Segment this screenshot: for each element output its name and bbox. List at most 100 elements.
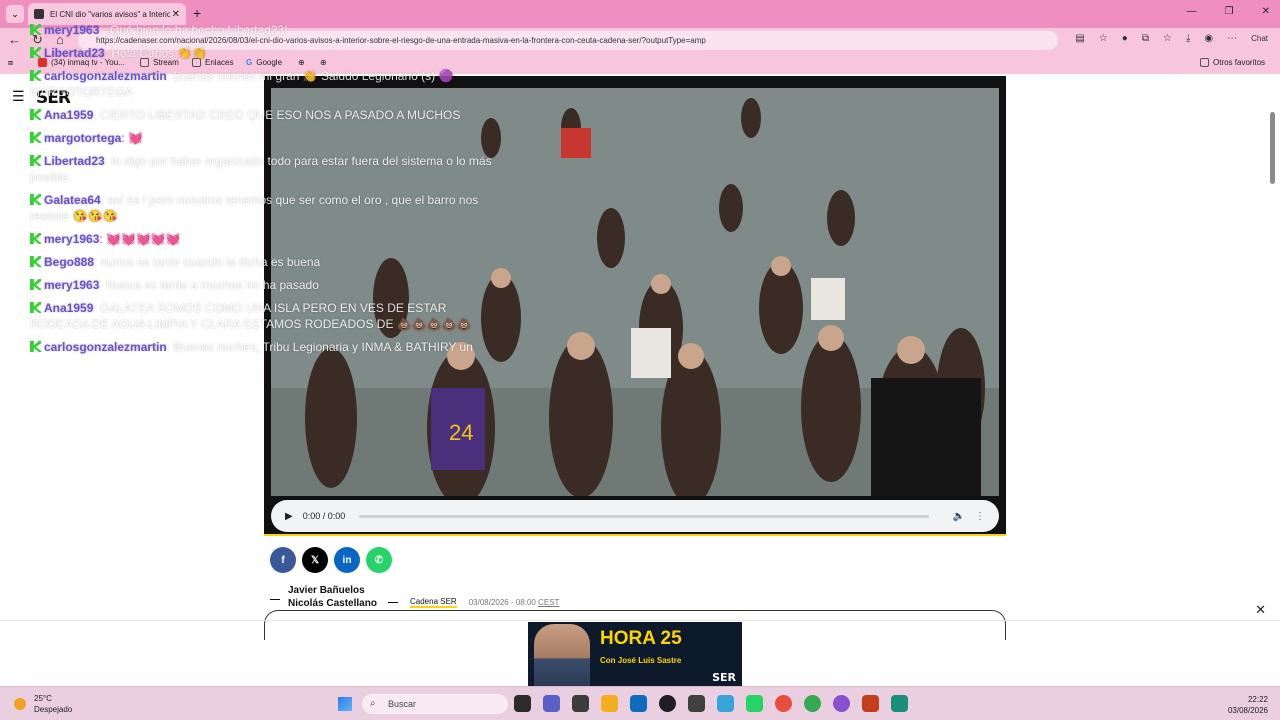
author-link[interactable]: Nicolás Castellano [288, 597, 377, 610]
facebook-share-button[interactable]: f [270, 547, 296, 573]
workspaces-icon[interactable]: ⧈ [8, 58, 13, 68]
more-options-icon[interactable]: ⋮ [975, 511, 985, 522]
app-icon[interactable] [688, 695, 705, 712]
kick-icon [30, 47, 41, 58]
system-clock[interactable]: 22:22 03/08/2026 [1228, 694, 1268, 716]
chrome-icon[interactable] [775, 695, 792, 712]
downloads-icon[interactable]: ⤓ [1186, 33, 1190, 44]
page-scrollbar[interactable] [1270, 112, 1275, 184]
kick-icon [30, 233, 41, 244]
menu-icon[interactable]: ⋯ [1227, 33, 1237, 44]
kick-icon [30, 302, 41, 313]
close-window-icon[interactable]: ✕ [1262, 6, 1270, 17]
kick-icon [30, 132, 41, 143]
facebook-icon: f [281, 554, 285, 566]
extensions-puzzle-icon[interactable]: ⧉ [1142, 33, 1149, 44]
windows-start-icon[interactable] [338, 697, 352, 711]
chat-message: Libertad23: lo digo por haber organizado… [30, 154, 492, 184]
powerpoint-icon[interactable] [862, 695, 879, 712]
author-link[interactable]: Javier Bañuelos [288, 584, 377, 597]
meta-dash [388, 602, 398, 603]
temperature: 25°C [34, 694, 52, 703]
hora25-ad-banner[interactable]: HORA 25 Con José Luis Sastre SER [528, 622, 742, 686]
kick-icon [30, 279, 41, 290]
article-meta: Cadena SER 03/08/2026 - 08:00 CEST [388, 597, 559, 608]
tab-actions-button[interactable]: ⌄ [6, 5, 24, 23]
kick-icon [30, 70, 41, 81]
new-tab-button[interactable]: + [193, 5, 201, 21]
toolbar-icons: ▤ ☆ ● ⧉ ☆ ⤓ ◉ ⋯ Chat [1075, 33, 1268, 44]
article-authors: Javier Bañuelos Nicolás Castellano [288, 584, 377, 610]
copilot-chat-button[interactable]: Chat [1251, 34, 1268, 43]
other-favorites[interactable]: Otros favoritos [1200, 58, 1265, 67]
folder-icon [1200, 58, 1209, 67]
article-source[interactable]: Cadena SER [410, 597, 457, 608]
pinned-apps [514, 695, 908, 712]
audio-player: ▶ 0:00 / 0:00 🔈 ⋮ [271, 500, 999, 532]
site-favicon-icon [34, 9, 44, 19]
progress-slider[interactable] [359, 514, 929, 518]
ad-brand: SER [712, 671, 736, 684]
maximize-icon[interactable]: ❐ [1225, 6, 1234, 17]
play-icon[interactable]: ▶ [285, 511, 293, 522]
chat-message: carlosgonzalezmartin: Buenas noches, Tri… [30, 339, 500, 355]
close-ad-icon[interactable]: ✕ [1255, 602, 1266, 618]
back-icon[interactable]: ← [8, 32, 21, 47]
hamburger-menu-icon[interactable]: ☰ [12, 88, 25, 105]
tab-title: El CNI dio "varios avisos" a Interior [50, 9, 170, 19]
app-icon[interactable] [833, 695, 850, 712]
obs-icon[interactable] [659, 695, 676, 712]
chat-message: Bego888: nunca es tarde cuando la dicha … [30, 254, 500, 270]
whatsapp-icon[interactable] [746, 695, 763, 712]
whatsapp-icon: ✆ [374, 554, 384, 566]
favorite-star-icon[interactable]: ☆ [1099, 33, 1108, 44]
favorites-icon[interactable]: ☆ [1163, 33, 1172, 44]
chat-message: Ana1959: GALATEA SOMOS COMO UNA ISLA PER… [30, 301, 472, 331]
chat-message: mery1963: 💓💓💓💓💓 [30, 231, 500, 247]
kick-icon [30, 24, 41, 35]
weather-condition: Despejado [34, 705, 73, 714]
ad-subtitle: Con José Luis Sastre [600, 656, 682, 665]
byline-dash [270, 594, 286, 604]
kick-icon [30, 109, 41, 120]
chrome-profile-icon[interactable] [804, 695, 821, 712]
x-icon: 𝕏 [310, 554, 320, 566]
app-icon[interactable] [891, 695, 908, 712]
search-icon: ⌕ [370, 698, 376, 709]
task-view-icon[interactable] [514, 695, 531, 712]
kick-icon [30, 341, 41, 352]
kick-icon [30, 256, 41, 267]
host-photo [534, 624, 590, 686]
taskbar-search[interactable]: ⌕ Buscar [362, 694, 508, 714]
chat-message: Libertad23: Hola Carlos 👏👏 [30, 45, 500, 61]
minimize-icon[interactable]: — [1187, 6, 1197, 17]
teams-icon[interactable] [543, 695, 560, 712]
volume-icon[interactable]: 🔈 [953, 511, 965, 522]
window-controls: — ❐ ✕ [1187, 6, 1270, 17]
profile-icon[interactable]: ◉ [1204, 33, 1213, 44]
linkedin-icon: in [342, 554, 352, 566]
edge-icon[interactable] [717, 695, 734, 712]
chat-message: Ana1959: CIERTO LIBERTAD CREO QUE ESO NO… [30, 107, 500, 123]
outlook-icon[interactable] [630, 695, 647, 712]
kick-icon [30, 155, 41, 166]
chat-message: Galatea64: así es ! pero nosotros tenemo… [30, 193, 479, 223]
kick-icon [30, 194, 41, 205]
weather-widget[interactable]: 25°C Despejado [14, 693, 72, 715]
extension-icon[interactable]: ● [1122, 33, 1128, 44]
reader-mode-icon[interactable]: ▤ [1075, 33, 1084, 44]
chat-overlay: mery1963: ¡Qué bien lo ha hecho Libertad… [30, 22, 500, 362]
chat-message: mery1963: ¡Qué bien lo ha hecho Libertad… [30, 22, 500, 38]
close-tab-icon[interactable]: ✕ [172, 9, 180, 20]
chat-message: carlosgonzalezmartin: Buenas noches mi g… [30, 68, 500, 84]
linkedin-share-button[interactable]: in [334, 547, 360, 573]
app-icon[interactable] [572, 695, 589, 712]
windows-taskbar: 25°C Despejado ⌕ Buscar 22:22 03/08/2026 [0, 686, 1280, 720]
file-explorer-icon[interactable] [601, 695, 618, 712]
player-time: 0:00 / 0:00 [302, 511, 346, 521]
ad-divider [0, 620, 1280, 621]
accent-line [264, 534, 1006, 536]
x-share-button[interactable]: 𝕏 [302, 547, 328, 573]
whatsapp-share-button[interactable]: ✆ [366, 547, 392, 573]
chat-message: margotortega: 💓 [30, 130, 500, 146]
